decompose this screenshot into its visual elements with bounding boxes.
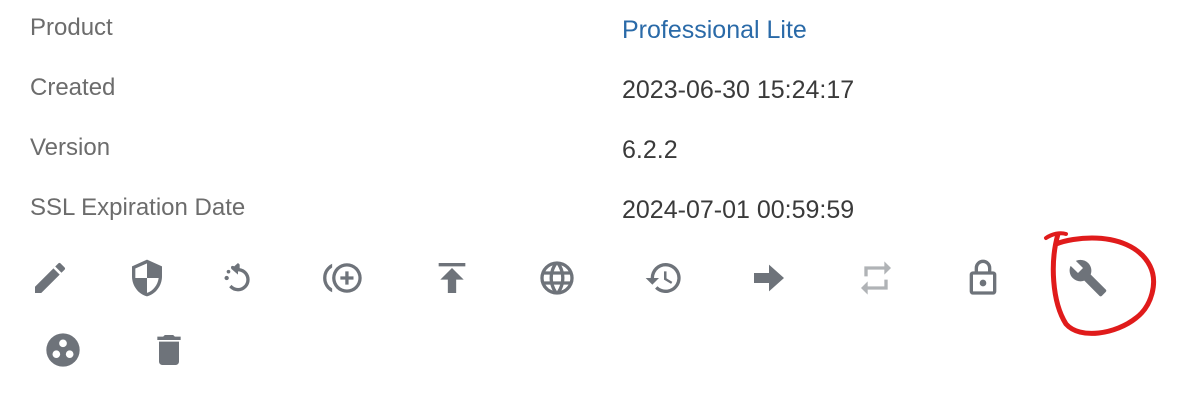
- detail-row-created: Created 2023-06-30 15:24:17: [0, 60, 1192, 120]
- delete-button[interactable]: [145, 326, 193, 374]
- security-button[interactable]: [123, 254, 171, 302]
- upload-icon: [438, 263, 466, 293]
- restart-button[interactable]: [214, 254, 262, 302]
- cluster-button[interactable]: [39, 326, 87, 374]
- detail-row-ssl-expiration: SSL Expiration Date 2024-07-01 00:59:59: [0, 180, 1192, 240]
- upload-button[interactable]: [428, 254, 476, 302]
- detail-row-version: Version 6.2.2: [0, 120, 1192, 180]
- settings-button[interactable]: [1064, 254, 1112, 302]
- shield-icon: [132, 259, 162, 297]
- add-circle-icon: [323, 263, 362, 293]
- circles-icon: [46, 333, 80, 367]
- arrow-right-icon: [754, 264, 784, 292]
- history-icon: [645, 263, 681, 293]
- pencil-icon: [35, 262, 66, 293]
- detail-row-product: Product Professional Lite: [0, 0, 1192, 60]
- trash-icon: [157, 335, 181, 365]
- sync-button[interactable]: [852, 254, 900, 302]
- ssl-expiration-value: 2024-07-01 00:59:59: [622, 196, 855, 224]
- version-label: Version: [30, 134, 111, 161]
- restore-button[interactable]: [640, 254, 688, 302]
- add-button[interactable]: [318, 254, 366, 302]
- lock-icon: [969, 259, 997, 295]
- wrench-icon: [1069, 259, 1107, 297]
- lock-button[interactable]: [959, 254, 1007, 302]
- edit-button[interactable]: [26, 254, 74, 302]
- created-label: Created: [30, 74, 116, 101]
- product-label: Product: [30, 14, 113, 41]
- globe-icon: [540, 261, 574, 295]
- forward-button[interactable]: [745, 254, 793, 302]
- domain-button[interactable]: [533, 254, 581, 302]
- version-value: 6.2.2: [622, 136, 678, 164]
- product-value-link[interactable]: Professional Lite: [622, 16, 807, 45]
- repeat-icon: [861, 261, 891, 295]
- ssl-expiration-label: SSL Expiration Date: [30, 194, 246, 221]
- created-value: 2023-06-30 15:24:17: [622, 76, 855, 104]
- restart-icon: [224, 263, 250, 292]
